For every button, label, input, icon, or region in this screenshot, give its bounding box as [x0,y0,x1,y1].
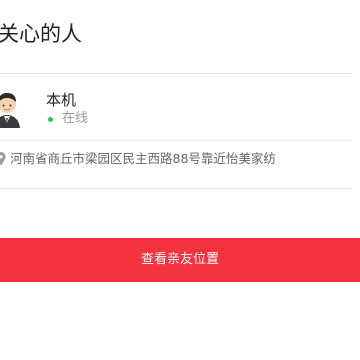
online-status-dot [48,117,53,122]
location-address: 河南省商丘市梁园区民主西路88号靠近怡美家纺 [10,151,276,166]
card-bottom-divider [0,188,352,189]
card-divider [0,140,352,141]
person-avatar-icon[interactable] [0,88,24,130]
contact-name: 本机 [46,91,77,109]
page-title: 关心的人 [0,22,82,46]
view-family-location-button[interactable]: 查看亲友位置 [0,238,360,282]
location-pin-icon [0,152,6,166]
online-status-text: 在线 [62,111,89,126]
